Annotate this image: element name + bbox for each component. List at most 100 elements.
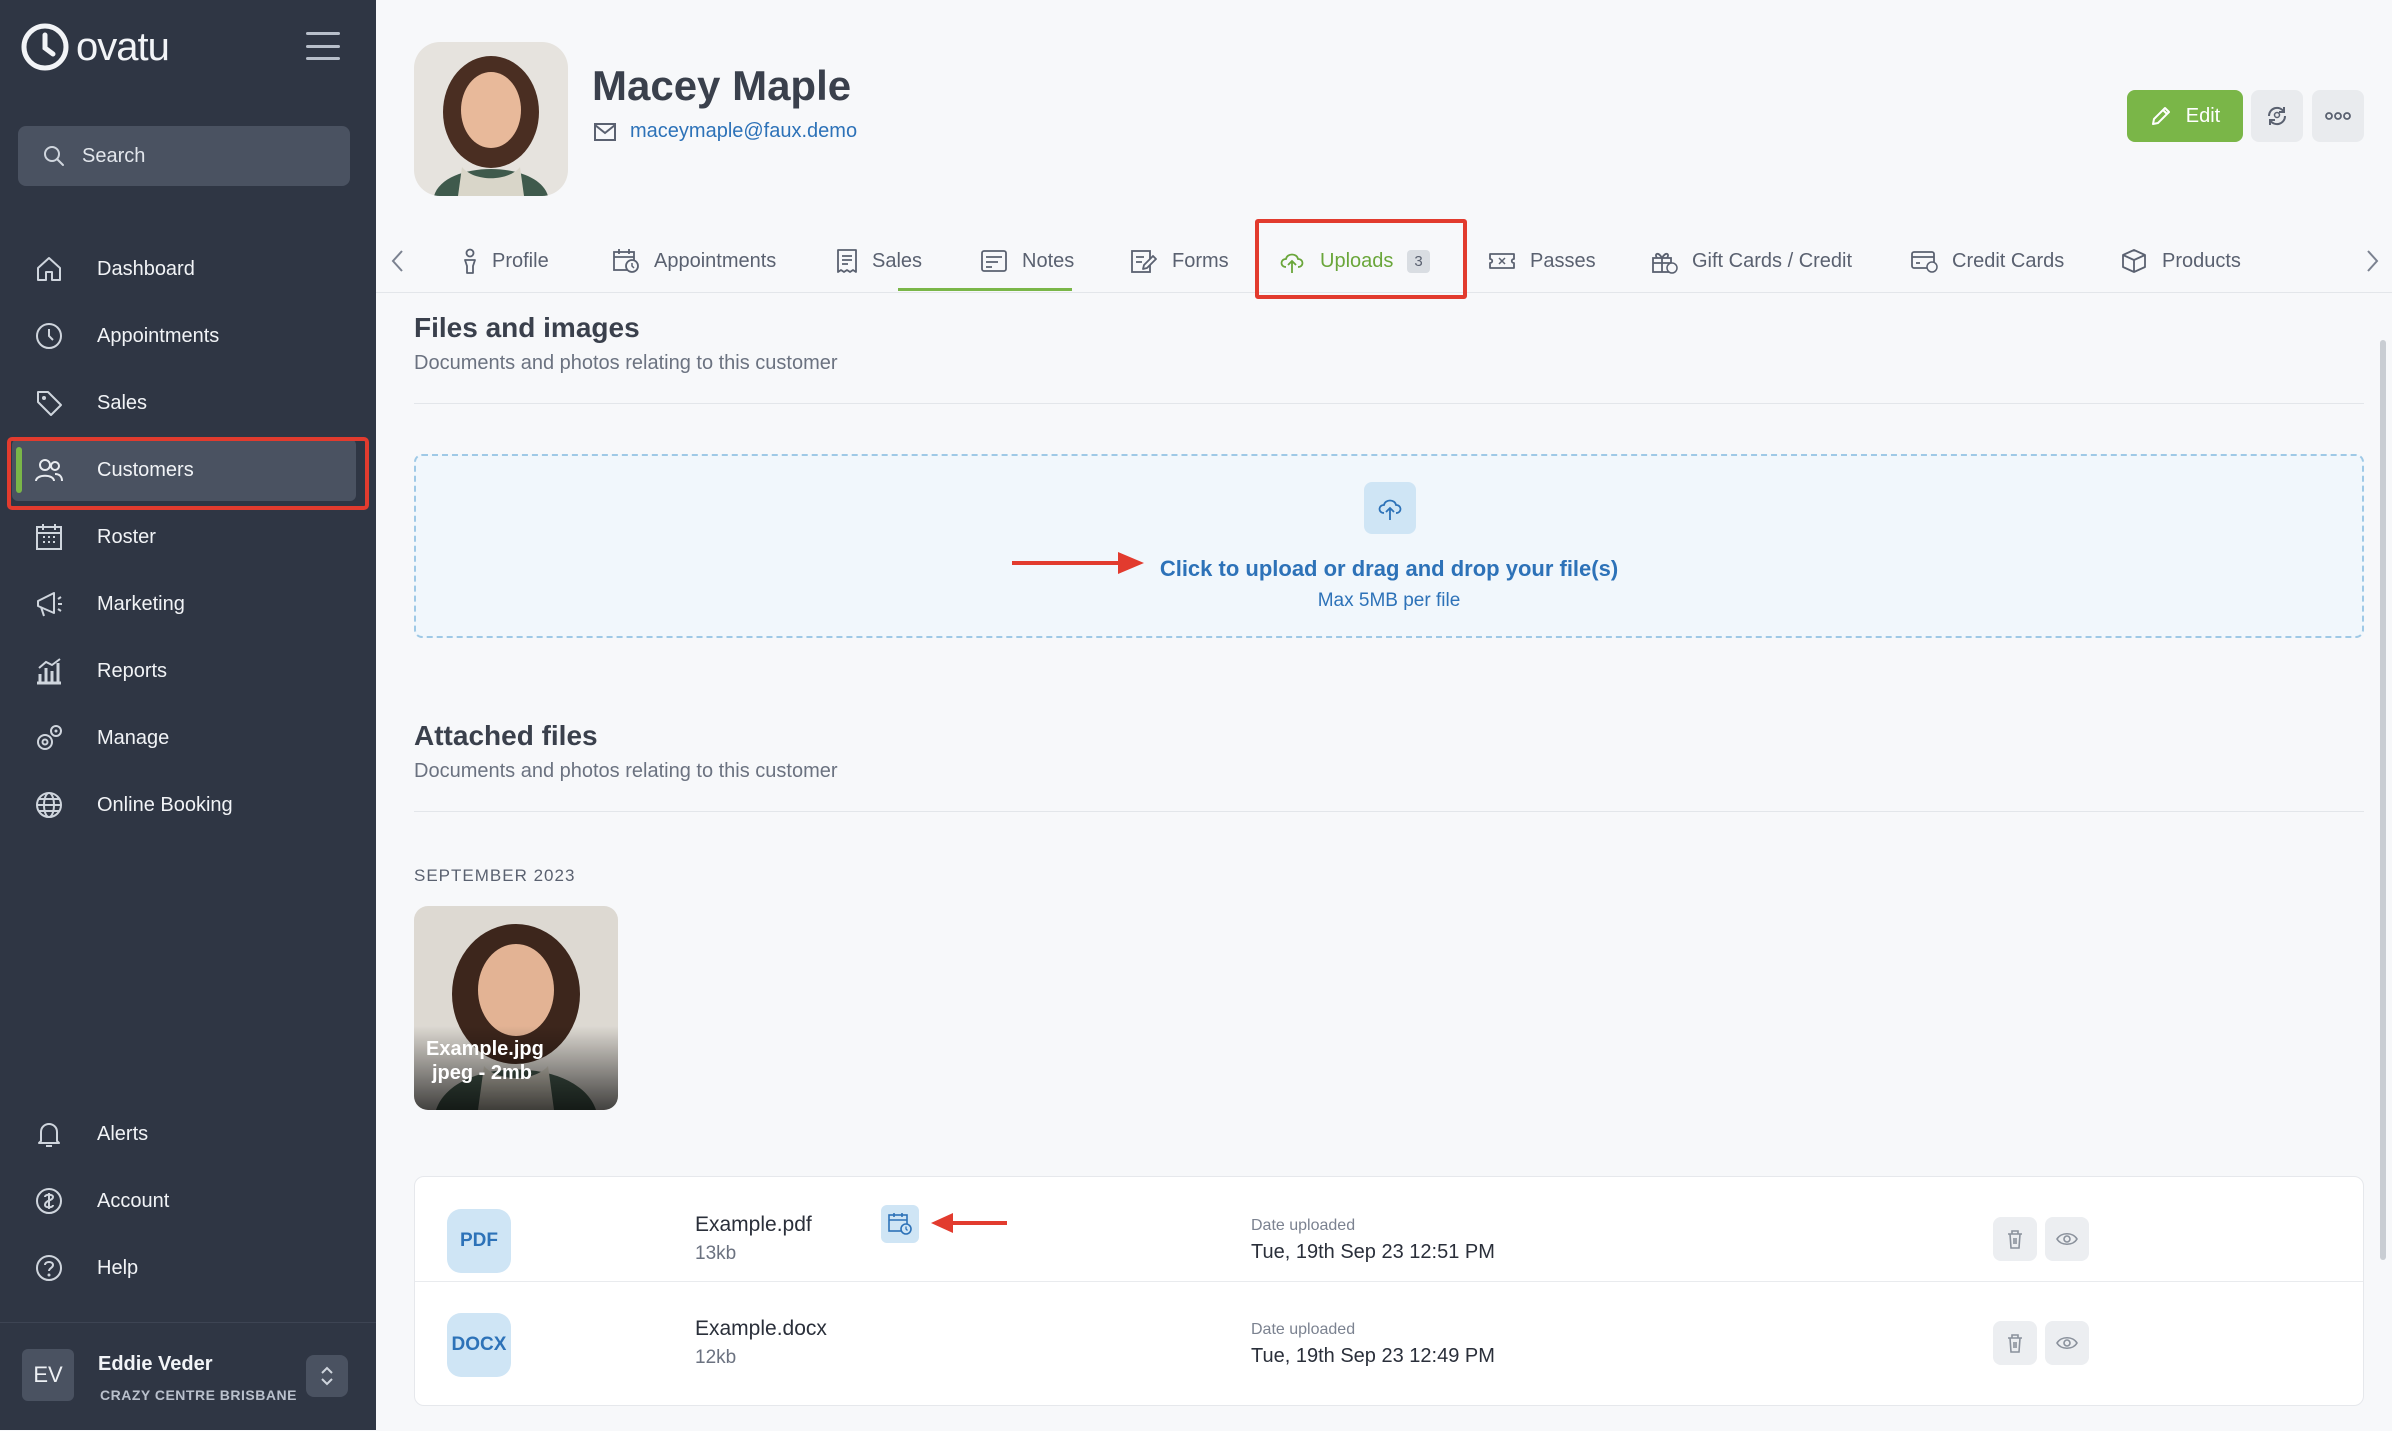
search-icon	[44, 146, 64, 166]
nav-item-alerts[interactable]: Alerts	[0, 1103, 376, 1165]
image-meta: jpeg - 2mb	[432, 1062, 533, 1084]
box-icon	[2122, 249, 2146, 273]
customer-photo	[414, 42, 568, 196]
cloud-upload-icon	[1364, 482, 1416, 534]
image-thumbnail[interactable]: Example.jpg jpeg - 2mb	[414, 906, 618, 1110]
annotation-arrow-right-icon	[1012, 552, 1144, 574]
home-icon	[37, 257, 61, 281]
account-icon	[36, 1188, 62, 1214]
customer-email-row[interactable]: maceymaple@faux.demo	[594, 120, 857, 143]
linked-appointment-button[interactable]	[881, 1205, 919, 1243]
nav-item-marketing[interactable]: Marketing	[0, 573, 376, 635]
date-uploaded-label: Date uploaded	[1251, 1321, 1356, 1338]
attached-section-title: Attached files	[414, 720, 598, 751]
calendar-clock-icon	[613, 249, 639, 273]
date-uploaded-value: Tue, 19th Sep 23 12:49 PM	[1251, 1345, 1495, 1367]
user-location: CRAZY CENTRE BRISBANE	[100, 1387, 297, 1403]
customer-email[interactable]: maceymaple@faux.demo	[630, 120, 857, 143]
menu-toggle-icon[interactable]	[306, 32, 340, 60]
user-switch-button[interactable]	[306, 1355, 348, 1397]
nav-item-reports[interactable]: Reports	[0, 640, 376, 702]
nav-item-manage[interactable]: Manage	[0, 707, 376, 769]
tag-icon	[37, 391, 62, 416]
bar-chart-icon	[37, 658, 61, 685]
calendar-clock-icon	[888, 1213, 912, 1235]
view-button[interactable]	[2045, 1321, 2089, 1365]
nav-item-roster[interactable]: Roster	[0, 506, 376, 568]
month-group-label: SEPTEMBER 2023	[414, 866, 576, 885]
annotation-arrow-left-icon	[931, 1213, 1007, 1233]
clock-icon	[36, 323, 62, 349]
tab-forms[interactable]: Forms	[1130, 232, 1229, 290]
tab-notes[interactable]: Notes	[980, 232, 1074, 290]
tab-credit-cards[interactable]: Credit Cards	[1910, 232, 2064, 290]
upload-size-limit: Max 5MB per file	[1317, 590, 1461, 611]
person-icon	[464, 248, 476, 274]
active-tab-indicator	[898, 288, 1072, 291]
pencil-icon	[2151, 107, 2170, 125]
customer-name: Macey Maple	[592, 62, 852, 109]
logo[interactable]: ovatu	[20, 22, 170, 72]
eye-icon	[2056, 1232, 2078, 1246]
more-options-button[interactable]	[2312, 90, 2364, 142]
help-icon	[36, 1255, 62, 1281]
tab-appointments[interactable]: Appointments	[612, 232, 776, 290]
nav-item-online-booking[interactable]: Online Booking	[0, 774, 376, 836]
delete-button[interactable]	[1993, 1321, 2037, 1365]
file-type-badge: PDF	[447, 1209, 511, 1273]
nav-item-customers[interactable]: Customers	[0, 439, 376, 501]
chevron-left-icon[interactable]	[390, 248, 406, 274]
tab-products[interactable]: Products	[2120, 232, 2241, 290]
attached-files-list: PDF Example.pdf 13kb Date uploaded Tue, …	[414, 1176, 2364, 1406]
logo-text: ovatu	[76, 24, 170, 69]
tab-profile[interactable]: Profile	[462, 232, 549, 290]
tab-gift-cards-credit[interactable]: Gift Cards / Credit	[1650, 232, 1852, 290]
delete-button[interactable]	[1993, 1217, 2037, 1261]
nav-item-dashboard[interactable]: Dashboard	[0, 238, 376, 300]
nav-item-appointments[interactable]: Appointments	[0, 305, 376, 367]
file-size: 13kb	[695, 1243, 737, 1264]
date-uploaded-value: Tue, 19th Sep 23 12:51 PM	[1251, 1241, 1495, 1263]
sidebar: ovatu Search Dashboard Appointments Sale…	[0, 0, 376, 1430]
ticket-icon	[1489, 253, 1515, 269]
note-icon	[981, 250, 1007, 272]
image-filename: Example.jpg	[426, 1038, 544, 1060]
user-name: Eddie Veder	[98, 1353, 213, 1375]
nav-item-help[interactable]: Help	[0, 1237, 376, 1299]
ellipsis-icon	[2325, 112, 2351, 120]
main-content: Macey Maple maceymaple@faux.demo Edit Pr…	[376, 0, 2392, 1430]
file-type-badge: DOCX	[447, 1313, 511, 1377]
eye-icon	[2056, 1336, 2078, 1350]
nav-item-account[interactable]: Account	[0, 1170, 376, 1232]
date-uploaded-label: Date uploaded	[1251, 1217, 1356, 1234]
gears-icon	[37, 725, 62, 750]
upload-dropzone[interactable]: Click to upload or drag and drop your fi…	[414, 454, 2364, 638]
mail-icon	[594, 122, 616, 141]
tab-passes[interactable]: Passes	[1488, 232, 1596, 290]
chevron-right-icon[interactable]	[2364, 248, 2380, 274]
file-size: 12kb	[695, 1347, 737, 1368]
upload-prompt[interactable]: Click to upload or drag and drop your fi…	[416, 556, 2362, 582]
calendar-grid-icon	[36, 524, 62, 550]
tab-sales[interactable]: Sales	[836, 232, 922, 290]
annotation-highlight-uploads-tab	[1255, 219, 1467, 299]
list-item[interactable]: PDF Example.pdf 13kb Date uploaded Tue, …	[415, 1177, 2363, 1282]
file-name[interactable]: Example.pdf	[695, 1213, 812, 1237]
list-item[interactable]: DOCX Example.docx 12kb Date uploaded Tue…	[415, 1281, 2363, 1385]
nav-item-sales[interactable]: Sales	[0, 372, 376, 434]
view-button[interactable]	[2045, 1217, 2089, 1261]
credit-card-icon	[1911, 251, 1938, 273]
current-user[interactable]: EV Eddie Veder CRAZY CENTRE BRISBANE	[0, 1322, 376, 1431]
search-input[interactable]: Search	[18, 126, 350, 186]
receipt-icon	[837, 249, 857, 273]
form-edit-icon	[1131, 250, 1157, 273]
sync-button[interactable]	[2251, 90, 2303, 142]
file-name[interactable]: Example.docx	[695, 1317, 827, 1341]
trash-icon	[2008, 1334, 2022, 1353]
files-section-title: Files and images	[414, 312, 640, 343]
attached-section-subtitle: Documents and photos relating to this cu…	[414, 760, 838, 782]
scrollbar[interactable]	[2380, 340, 2386, 1260]
search-placeholder: Search	[82, 144, 146, 167]
users-icon	[35, 459, 63, 482]
edit-button[interactable]: Edit	[2127, 90, 2243, 142]
